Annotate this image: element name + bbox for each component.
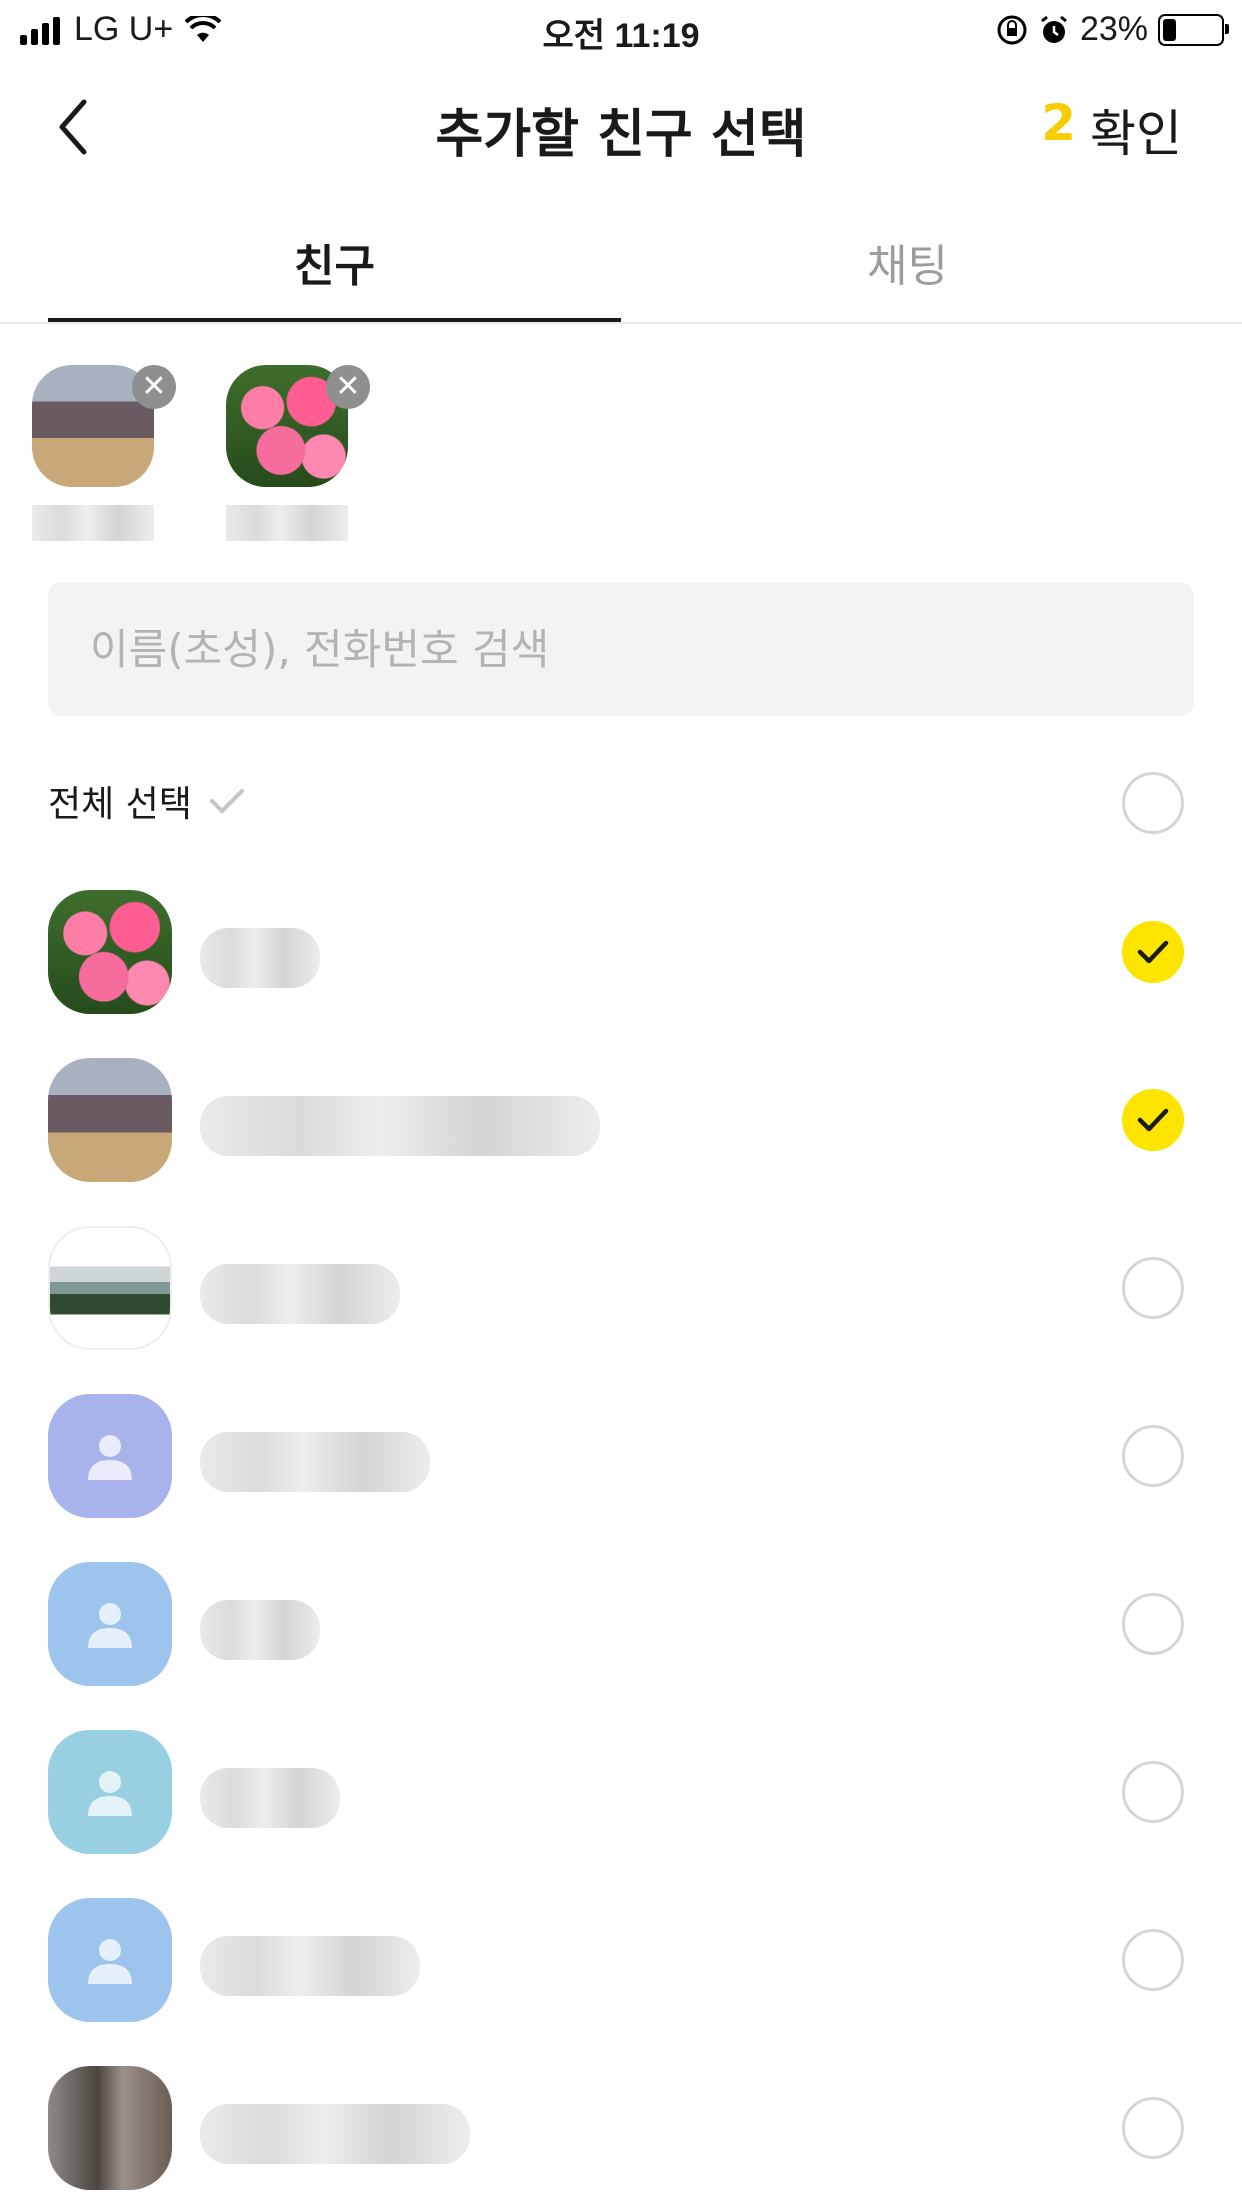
- check-icon: [1137, 940, 1169, 964]
- unchecked-radio[interactable]: [1122, 1257, 1184, 1319]
- checked-radio[interactable]: [1122, 1089, 1184, 1151]
- friend-name-blurred: [200, 1600, 320, 1660]
- status-bar: LG U+ 오전 11:19 23%: [0, 0, 1242, 62]
- person-icon: [88, 1435, 132, 1480]
- divider: [0, 322, 1242, 324]
- orientation-lock-icon: [997, 15, 1027, 44]
- friend-name-blurred: [200, 2104, 470, 2164]
- person-icon: [88, 1939, 132, 1984]
- friend-row[interactable]: [0, 1204, 1242, 1372]
- unchecked-radio[interactable]: [1122, 1929, 1184, 1991]
- selected-count: 2: [1041, 94, 1076, 152]
- friend-row[interactable]: [0, 868, 1242, 1036]
- friend-row[interactable]: [0, 1540, 1242, 1708]
- chip-name-blurred: [32, 505, 154, 541]
- remove-icon[interactable]: ✕: [326, 365, 370, 409]
- alarm-icon: [1041, 15, 1067, 43]
- chip-name-blurred: [226, 505, 348, 541]
- unchecked-radio[interactable]: [1122, 2097, 1184, 2159]
- tab-friends[interactable]: 친구: [48, 230, 621, 294]
- nav-bar: 추가할 친구 선택 2 확인: [0, 62, 1242, 192]
- avatar: [48, 1730, 172, 1854]
- avatar: [48, 1898, 172, 2022]
- friend-name-blurred: [200, 1768, 340, 1828]
- select-all-radio[interactable]: [1122, 772, 1184, 834]
- friend-row[interactable]: [0, 1708, 1242, 1876]
- friend-name-blurred: [200, 1432, 430, 1492]
- select-all-label: 전체 선택: [48, 784, 192, 825]
- friend-row[interactable]: [0, 1036, 1242, 1204]
- tab-bar: 친구 채팅: [48, 200, 1194, 324]
- check-icon: [209, 789, 244, 814]
- friend-row[interactable]: [0, 2044, 1242, 2212]
- selected-chip: ✕: [32, 365, 176, 545]
- person-icon: [88, 1603, 132, 1648]
- avatar: [48, 890, 172, 1014]
- battery-percent: 23%: [1079, 10, 1148, 48]
- checked-radio[interactable]: [1122, 921, 1184, 983]
- friend-name-blurred: [200, 1096, 600, 1156]
- tab-chats[interactable]: 채팅: [621, 230, 1194, 294]
- friend-name-blurred: [200, 1936, 420, 1996]
- selected-chip: ✕: [226, 365, 370, 545]
- remove-icon[interactable]: ✕: [132, 365, 176, 409]
- confirm-label: 확인: [1090, 105, 1182, 163]
- confirm-button[interactable]: 2 확인: [1041, 94, 1182, 166]
- person-icon: [88, 1771, 132, 1816]
- avatar: [48, 1226, 172, 1350]
- friend-name-blurred: [200, 1264, 400, 1324]
- avatar: [48, 2066, 172, 2190]
- avatar: [48, 1562, 172, 1686]
- search-input[interactable]: [48, 582, 1194, 716]
- check-icon: [1137, 1108, 1169, 1132]
- friend-row[interactable]: [0, 1876, 1242, 2044]
- status-right: 23%: [996, 10, 1229, 49]
- select-all[interactable]: 전체 선택: [48, 775, 246, 827]
- avatar: [48, 1394, 172, 1518]
- unchecked-radio[interactable]: [1122, 1593, 1184, 1655]
- friend-row[interactable]: [0, 1372, 1242, 1540]
- unchecked-radio[interactable]: [1122, 1425, 1184, 1487]
- avatar: [48, 1058, 172, 1182]
- friend-name-blurred: [200, 928, 320, 988]
- unchecked-radio[interactable]: [1122, 1761, 1184, 1823]
- battery-icon: [1158, 13, 1229, 46]
